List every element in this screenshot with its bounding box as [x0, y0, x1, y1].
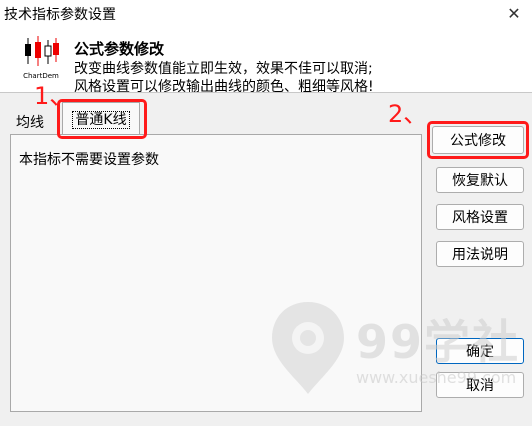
header-area: ChartDem 公式参数修改 改变曲线参数值能立即生效，效果不佳可以取消; 风…	[0, 26, 532, 95]
tab-moving-average[interactable]: 均线	[10, 108, 50, 134]
close-icon[interactable]: ✕	[500, 2, 528, 24]
watermark-pin-icon	[272, 302, 344, 394]
watermark-url: www.xueshe99.com	[356, 368, 517, 387]
watermark: 99学社 www.xueshe99.com	[268, 298, 532, 398]
title-bar: 技术指标参数设置 ✕	[0, 0, 532, 26]
header-description-1: 改变曲线参数值能立即生效，效果不佳可以取消;	[74, 61, 373, 77]
annotation-step-1: 1、	[34, 82, 74, 110]
annotation-step-2: 2、	[388, 100, 428, 128]
no-parameters-message: 本指标不需要设置参数	[19, 152, 159, 168]
highlight-box-formula-button	[427, 121, 529, 159]
usage-help-button[interactable]: 用法说明	[436, 241, 524, 267]
watermark-brand: 99学社	[356, 315, 521, 369]
window-title: 技术指标参数设置	[4, 7, 116, 23]
header-divider	[0, 92, 532, 93]
restore-default-button[interactable]: 恢复默认	[436, 167, 524, 193]
style-settings-button[interactable]: 风格设置	[436, 204, 524, 230]
header-title: 公式参数修改	[74, 40, 165, 58]
header-description-2: 风格设置可以修改输出曲线的颜色、粗细等风格!	[74, 79, 374, 95]
